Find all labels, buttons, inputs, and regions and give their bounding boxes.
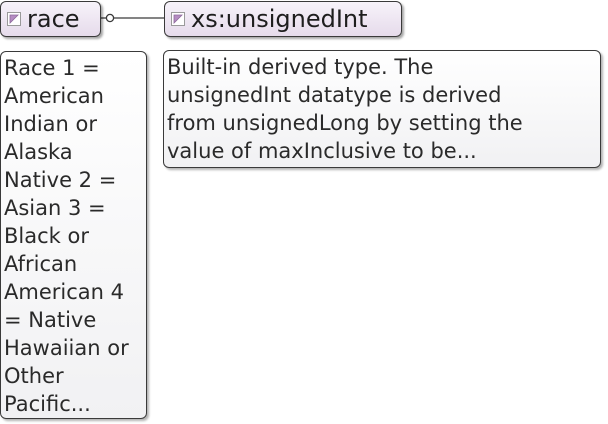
element-documentation: Race 1 = American Indian or Alaska Nativ… (0, 51, 147, 419)
element-name: race (27, 5, 80, 33)
element-node-race[interactable]: race (0, 1, 101, 37)
type-node-unsignedint[interactable]: xs:unsignedInt (164, 1, 402, 37)
connector-circle (105, 13, 115, 23)
type-name: xs:unsignedInt (191, 5, 368, 33)
type-documentation: Built-in derived type. The unsignedInt d… (163, 50, 601, 168)
simple-type-icon (7, 12, 21, 26)
simple-type-icon (171, 12, 185, 26)
